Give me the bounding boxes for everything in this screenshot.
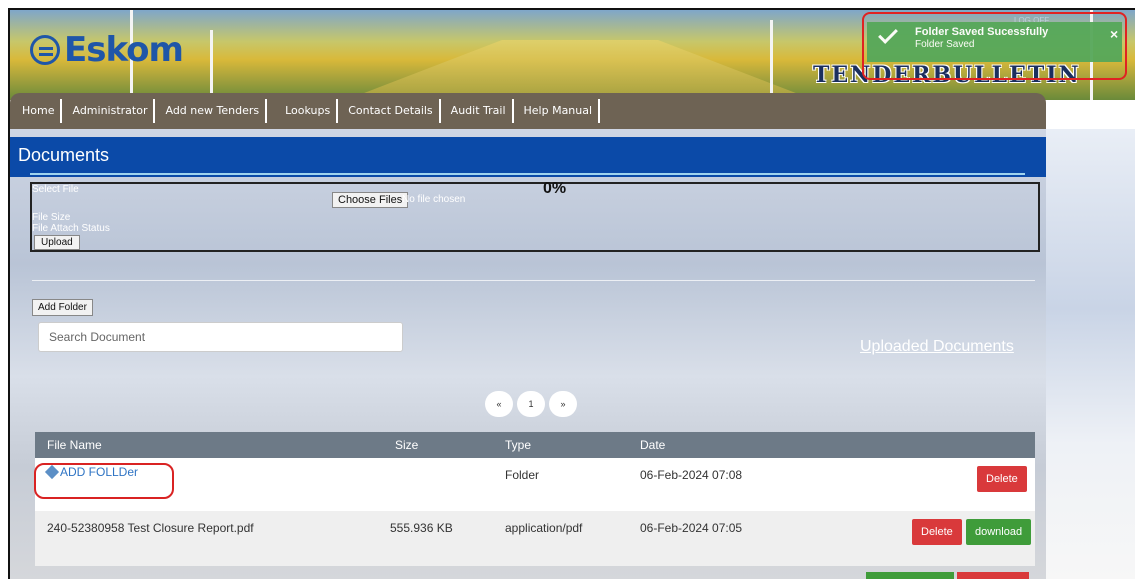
- toast-title: Folder Saved Sucessfully: [915, 26, 1049, 38]
- wind-turbine-image: [210, 30, 213, 100]
- nav-contact-details[interactable]: Contact Details: [342, 99, 441, 123]
- pagination-next-button[interactable]: »: [549, 391, 577, 417]
- delete-button[interactable]: Delete: [977, 466, 1027, 492]
- upload-progress-percent: 0%: [543, 180, 567, 197]
- select-file-label: Select File: [32, 184, 79, 195]
- pagination-page-1[interactable]: 1: [517, 391, 545, 417]
- table-row: 240-52380958 Test Closure Report.pdf 555…: [35, 511, 1035, 566]
- choose-files-button[interactable]: Choose Files: [332, 192, 409, 208]
- file-attach-status-label: File Attach Status: [32, 223, 110, 234]
- wind-turbine-image: [770, 20, 773, 100]
- section-divider: [32, 280, 1035, 281]
- banner-road-image: [320, 40, 840, 100]
- check-icon: [878, 24, 898, 44]
- table-header: File Name Size Type Date: [35, 432, 1035, 458]
- nav-home[interactable]: Home: [16, 99, 63, 123]
- column-header-type: Type: [505, 438, 532, 452]
- header-divider: [30, 173, 1025, 175]
- uploaded-documents-link[interactable]: Uploaded Documents: [860, 338, 1014, 356]
- eskom-logo-icon: [30, 35, 60, 65]
- search-document-input[interactable]: [38, 322, 403, 352]
- main-nav: Home Administrator Add new Tenders Looku…: [10, 93, 1046, 129]
- upload-button[interactable]: Upload: [34, 235, 80, 250]
- pagination-prev-button[interactable]: «: [485, 391, 513, 417]
- annotation-highlight: [34, 463, 174, 499]
- toast-message: Folder Saved: [915, 39, 975, 50]
- date-cell: 06-Feb-2024 07:08: [640, 468, 743, 482]
- page-title: Documents: [18, 145, 110, 165]
- nav-add-new-tenders[interactable]: Add new Tenders: [159, 99, 268, 123]
- upload-panel: Select File Choose Files No file chosen …: [30, 180, 1040, 252]
- logo-text: Eskom: [64, 30, 184, 70]
- date-cell: 06-Feb-2024 07:05: [640, 521, 743, 535]
- type-cell: application/pdf: [505, 521, 583, 535]
- nav-audit-trail[interactable]: Audit Trail: [445, 99, 514, 123]
- column-header-date: Date: [640, 438, 666, 452]
- window-border: [0, 0, 10, 579]
- documents-table: File Name Size Type Date ADD FOLLDer Fol…: [35, 432, 1035, 566]
- type-cell: Folder: [505, 468, 540, 482]
- size-cell: 555.936 KB: [390, 521, 453, 535]
- nav-lookups[interactable]: Lookups: [279, 99, 339, 123]
- toast-body: Folder Saved Sucessfully Folder Saved ×: [867, 22, 1122, 62]
- partial-button: [957, 572, 1029, 579]
- column-header-file-name: File Name: [47, 438, 102, 452]
- table-row: ADD FOLLDer Folder 06-Feb-2024 07:08 Del…: [35, 458, 1035, 511]
- pagination: « 1 »: [485, 391, 577, 417]
- nav-administrator[interactable]: Administrator: [66, 99, 156, 123]
- file-size-label: File Size: [32, 212, 71, 223]
- app-window: Eskom TENDERBULLETIN Home Administrator …: [0, 0, 1135, 579]
- download-button[interactable]: download: [966, 519, 1032, 545]
- close-icon[interactable]: ×: [1110, 26, 1118, 42]
- delete-button[interactable]: Delete: [912, 519, 962, 545]
- documents-page: Documents Select File Choose Files No fi…: [10, 129, 1135, 579]
- eskom-logo: Eskom: [30, 30, 184, 70]
- success-toast: LOG OFF Folder Saved Sucessfully Folder …: [862, 12, 1127, 80]
- partial-button: [866, 572, 954, 579]
- window-border: [8, 8, 1135, 10]
- no-file-chosen-text: No file chosen: [402, 194, 466, 205]
- background-decoration: [1046, 129, 1135, 579]
- file-name-cell: 240-52380958 Test Closure Report.pdf: [47, 521, 254, 535]
- documents-header: Documents: [10, 137, 1046, 177]
- nav-help-manual[interactable]: Help Manual: [518, 99, 601, 123]
- column-header-size: Size: [395, 438, 419, 452]
- add-folder-button[interactable]: Add Folder: [32, 299, 93, 316]
